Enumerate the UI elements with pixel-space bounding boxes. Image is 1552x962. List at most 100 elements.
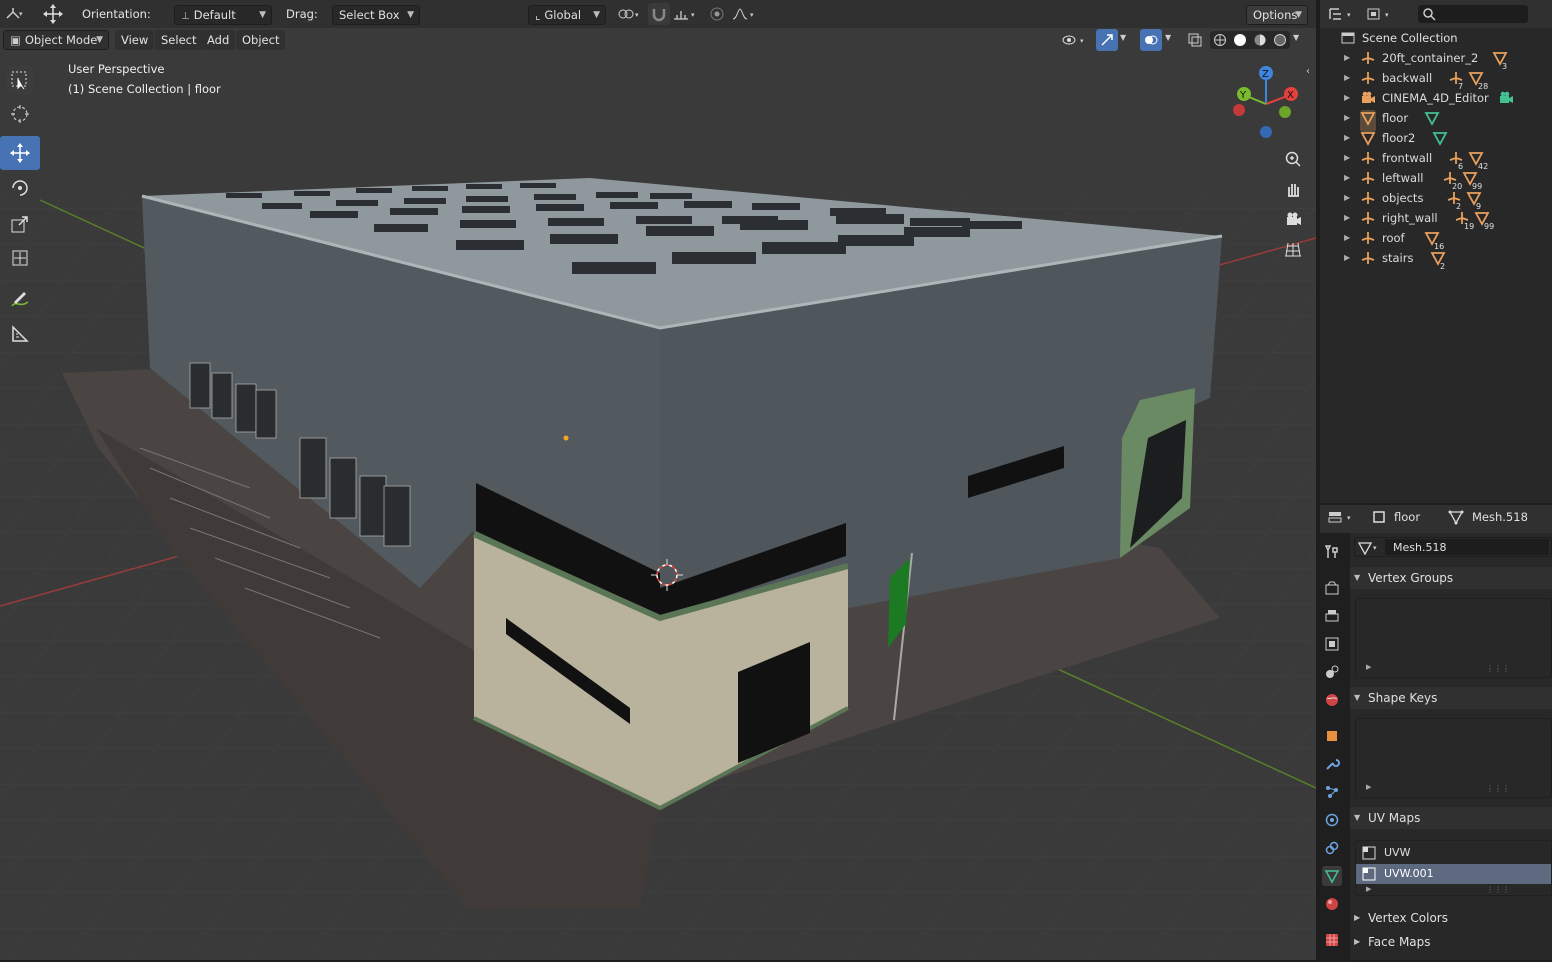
editor-type-button[interactable]: ▾ <box>4 3 26 25</box>
menu-view[interactable]: View <box>115 30 155 50</box>
visibility-button[interactable]: ▾ <box>1060 29 1090 51</box>
tab-render[interactable] <box>1322 578 1342 598</box>
orientation-dropdown[interactable]: ⊥ Default ▼ <box>174 5 272 25</box>
outliner-row[interactable]: ▶ objects 2 9 <box>1320 188 1552 211</box>
outliner-search-input[interactable] <box>1418 5 1528 23</box>
outliner-row-scene-collection[interactable]: Scene Collection <box>1320 28 1552 48</box>
overlays-dropdown[interactable]: ▼ <box>1165 33 1171 42</box>
rotate-tool[interactable] <box>6 174 34 202</box>
mesh-datablock-name[interactable] <box>1385 539 1549 555</box>
tab-world[interactable] <box>1322 690 1342 710</box>
tab-texture[interactable] <box>1322 930 1342 950</box>
expand-icon[interactable]: ▶ <box>1366 663 1371 671</box>
solid-shading-icon[interactable] <box>1233 33 1247 47</box>
outliner-row[interactable]: ▶ CINEMA_4D_Editor <box>1320 88 1552 108</box>
uv-maps-list[interactable]: UVW UVW.001 ▶ ⋮⋮⋮ <box>1355 840 1552 896</box>
gizmo-toggle[interactable] <box>1096 29 1118 51</box>
outliner-row[interactable]: ▶ frontwall 6 42 <box>1320 148 1552 171</box>
rendered-shading-icon[interactable] <box>1273 33 1287 47</box>
tab-data[interactable] <box>1322 866 1342 886</box>
tab-tool[interactable] <box>1322 542 1342 562</box>
expand-icon[interactable]: ▶ <box>1366 783 1371 791</box>
3d-viewport[interactable] <box>0 28 1316 960</box>
select-box-tool[interactable] <box>6 66 34 94</box>
expand-arrow-icon[interactable]: ▶ <box>1344 48 1350 68</box>
display-mode-button[interactable]: ▾ <box>1364 3 1396 25</box>
snap-target-button[interactable]: ▾ <box>670 3 700 25</box>
mesh-datablock-selector[interactable]: ▾ <box>1354 537 1552 557</box>
vertex-groups-list[interactable]: ▶ ⋮⋮⋮ <box>1355 598 1552 678</box>
expand-arrow-icon[interactable]: ▶ <box>1344 208 1350 228</box>
zoom-button[interactable] <box>1280 146 1306 172</box>
shape-keys-list[interactable]: ▶ ⋮⋮⋮ <box>1355 718 1552 798</box>
tab-particles[interactable] <box>1322 782 1342 802</box>
resize-handle[interactable]: ⋮⋮⋮ <box>1486 664 1510 673</box>
outliner-row[interactable]: ▶ right_wall 19 99 <box>1320 208 1552 231</box>
expand-arrow-icon[interactable]: ▶ <box>1344 188 1350 208</box>
properties-editor-type-button[interactable]: ▾ <box>1326 506 1358 528</box>
outliner-row[interactable]: ▶ 20ft_container_2 3 <box>1320 48 1552 71</box>
uv-map-item-active[interactable]: UVW.001 <box>1356 864 1551 884</box>
expand-arrow-icon[interactable]: ▶ <box>1344 108 1350 128</box>
transform-tool-icon[interactable] <box>42 3 64 25</box>
section-vertex-groups[interactable]: ▼ Vertex Groups <box>1350 567 1552 589</box>
material-shading-icon[interactable] <box>1253 33 1267 47</box>
menu-select[interactable]: Select <box>155 30 203 50</box>
expand-icon[interactable]: ▶ <box>1366 885 1371 893</box>
drag-dropdown[interactable]: Select Box ▼ <box>332 5 420 25</box>
outliner-row[interactable]: ▶ floor <box>1320 108 1552 132</box>
transform-tool[interactable] <box>6 244 34 272</box>
gizmo-dropdown[interactable]: ▼ <box>1120 33 1126 42</box>
transform-space-dropdown[interactable]: ⌞ Global ▼ <box>528 5 606 25</box>
resize-handle[interactable]: ⋮⋮⋮ <box>1486 885 1510 894</box>
expand-arrow-icon[interactable]: ▶ <box>1344 228 1350 248</box>
tab-material[interactable] <box>1322 894 1342 914</box>
sidebar-toggle-icon[interactable]: ‹ <box>1306 66 1310 77</box>
xray-toggle[interactable] <box>1184 29 1206 51</box>
proportional-editing-toggle[interactable] <box>706 3 728 25</box>
expand-arrow-icon[interactable]: ▶ <box>1344 168 1350 188</box>
options-dropdown[interactable]: Options ▼ <box>1246 5 1308 25</box>
wireframe-shading-icon[interactable] <box>1213 33 1227 47</box>
overlays-toggle[interactable] <box>1140 29 1162 51</box>
snap-toggle[interactable] <box>648 3 670 25</box>
annotate-tool[interactable] <box>6 286 34 314</box>
expand-arrow-icon[interactable]: ▶ <box>1344 88 1350 108</box>
shading-dropdown[interactable]: ▼ <box>1293 33 1299 42</box>
tab-physics[interactable] <box>1322 810 1342 830</box>
outliner-editor-type-button[interactable]: ▾ <box>1326 3 1358 25</box>
navigation-gizmo[interactable]: Z X Y <box>1226 64 1306 144</box>
tab-constraints[interactable] <box>1322 838 1342 858</box>
expand-arrow-icon[interactable]: ▶ <box>1344 128 1350 148</box>
outliner-row[interactable]: ▶ backwall 7 28 <box>1320 68 1552 91</box>
pan-button[interactable] <box>1280 176 1306 202</box>
menu-object[interactable]: Object <box>236 30 286 50</box>
cursor-tool[interactable] <box>6 100 34 128</box>
outliner-row[interactable]: ▶ floor2 <box>1320 128 1552 148</box>
tab-scene[interactable] <box>1322 662 1342 682</box>
mode-dropdown[interactable]: ▣ Object Mode ▼ <box>3 30 109 50</box>
outliner-row[interactable]: ▶ roof 16 <box>1320 228 1552 251</box>
outliner-row[interactable]: ▶ leftwall 20 99 <box>1320 168 1552 191</box>
expand-arrow-icon[interactable]: ▶ <box>1344 248 1350 268</box>
tab-modifiers[interactable] <box>1322 754 1342 774</box>
tab-object[interactable] <box>1322 726 1342 746</box>
section-vertex-colors[interactable]: ▶ Vertex Colors <box>1350 907 1552 929</box>
scale-tool[interactable] <box>6 210 34 238</box>
camera-view-button[interactable] <box>1280 206 1306 232</box>
section-uv-maps[interactable]: ▼ UV Maps <box>1350 807 1552 829</box>
ortho-toggle-button[interactable] <box>1280 236 1306 262</box>
tab-output[interactable] <box>1322 606 1342 626</box>
move-tool[interactable] <box>0 136 40 170</box>
tab-view-layer[interactable] <box>1322 634 1342 654</box>
section-shape-keys[interactable]: ▼ Shape Keys <box>1350 687 1552 709</box>
section-face-maps[interactable]: ▶ Face Maps <box>1350 931 1552 953</box>
measure-tool[interactable] <box>6 320 34 348</box>
menu-add[interactable]: Add <box>201 30 236 50</box>
uv-map-item[interactable]: UVW <box>1356 843 1551 863</box>
falloff-button[interactable]: ▾ <box>730 3 758 25</box>
pivot-point-button[interactable]: ▾ <box>614 3 644 25</box>
expand-arrow-icon[interactable]: ▶ <box>1344 68 1350 88</box>
resize-handle[interactable]: ⋮⋮⋮ <box>1486 784 1510 793</box>
expand-arrow-icon[interactable]: ▶ <box>1344 148 1350 168</box>
